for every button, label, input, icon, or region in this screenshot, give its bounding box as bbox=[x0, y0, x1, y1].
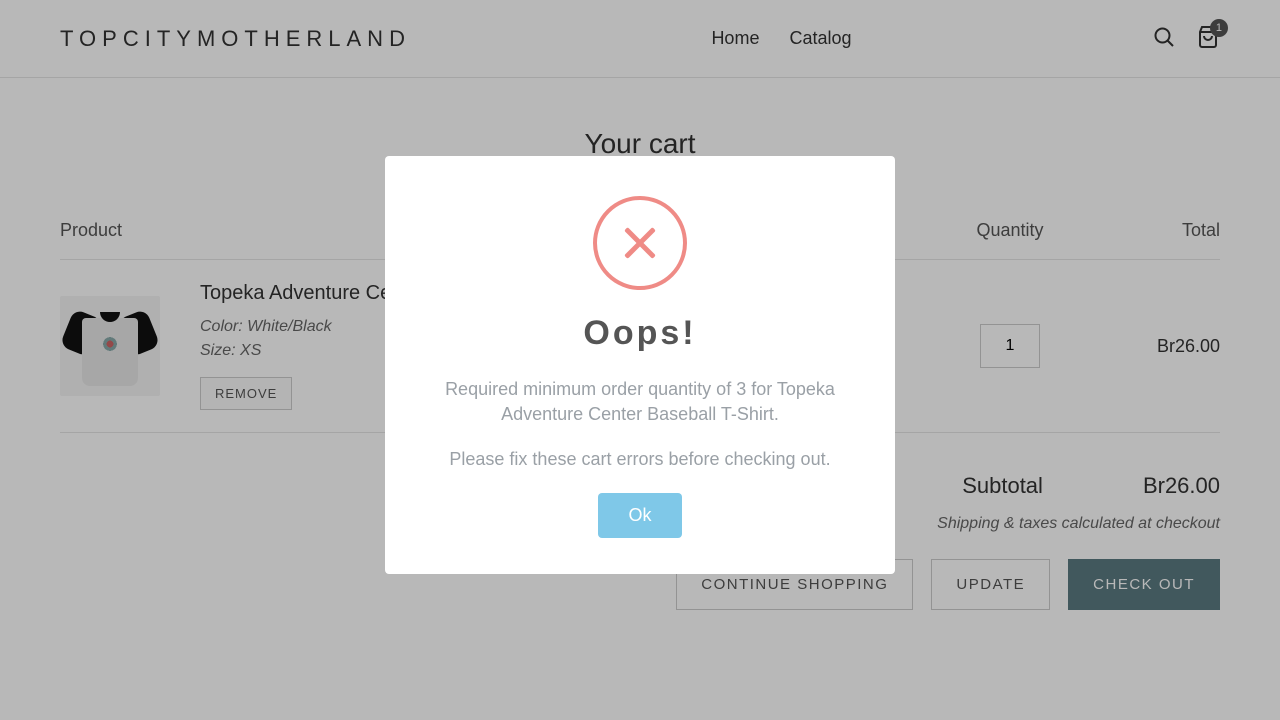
error-modal: Oops! Required minimum order quantity of… bbox=[385, 156, 895, 574]
error-icon bbox=[593, 196, 687, 290]
modal-overlay[interactable]: Oops! Required minimum order quantity of… bbox=[0, 0, 1280, 720]
modal-message-1: Required minimum order quantity of 3 for… bbox=[421, 377, 859, 427]
modal-title: Oops! bbox=[421, 314, 859, 353]
modal-message-2: Please fix these cart errors before chec… bbox=[421, 447, 859, 472]
ok-button[interactable]: Ok bbox=[598, 493, 681, 538]
